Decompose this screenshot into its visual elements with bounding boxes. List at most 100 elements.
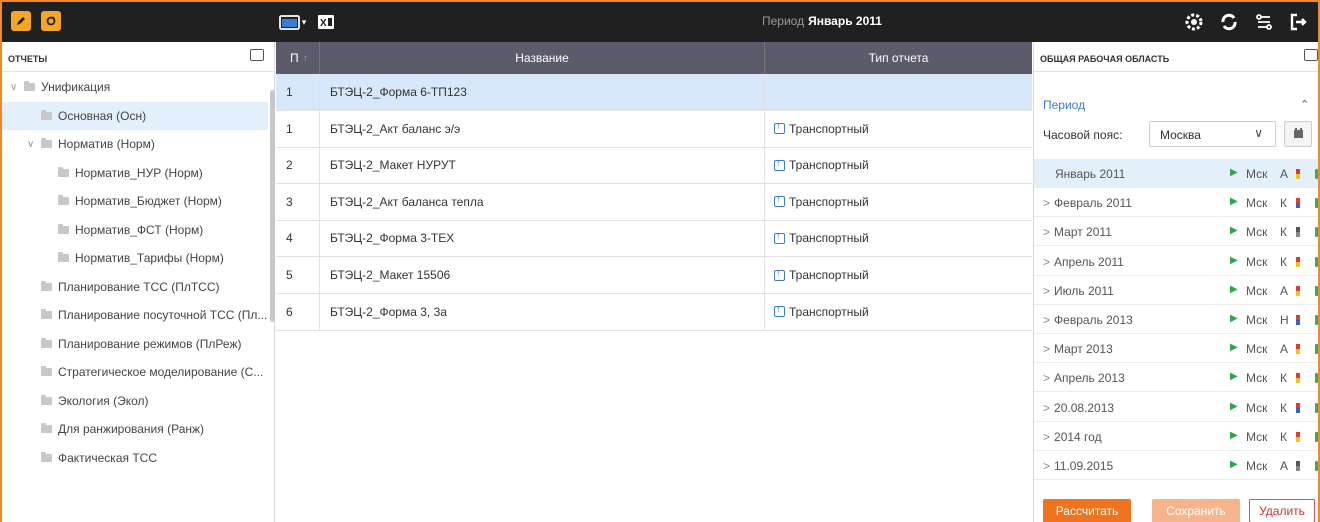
excel-icon[interactable]: X [314,10,338,34]
tree-item[interactable]: Экология (Экол) [2,387,268,415]
tree-item[interactable]: ∨ Унификация [2,73,268,101]
row-name: БТЭЦ-2_Форма 6-ТП123 [320,74,765,110]
tree-item[interactable]: Норматив_Тарифы (Норм) [2,244,268,272]
dropdown-chevron-icon[interactable]: ▾ [298,10,310,34]
table-row[interactable]: 4БТЭЦ-2_Форма 3-ТЕХ Транспортный [276,220,1032,258]
play-icon[interactable]: ▶ [1230,371,1238,382]
table-row[interactable]: 2БТЭЦ-2_Макет НУРУТ Транспортный [276,147,1032,185]
period-row[interactable]: > Февраль 2011 ▶ Мск К [1034,188,1318,218]
expand-arrow-icon[interactable]: > [1043,430,1050,444]
workspace-panel-title: ОБЩАЯ РАБОЧАЯ ОБЛАСТЬ [1040,54,1170,64]
tree-item[interactable]: Норматив_НУР (Норм) [2,159,268,187]
period-tz: Мск [1246,225,1268,240]
save-button[interactable]: Сохранить [1152,499,1240,522]
collapse-panel-icon[interactable] [250,49,264,61]
settings-gear-icon[interactable] [1182,10,1206,34]
tree-item[interactable]: Основная (Осн) [2,101,268,130]
period-row[interactable]: > Февраль 2013 ▶ Мск Н [1034,305,1318,334]
timezone-select[interactable]: Москва ∨ [1149,121,1276,147]
play-icon[interactable]: ▶ [1230,313,1238,324]
tree-item[interactable]: Планирование посуточной ТСС (Пл... [2,301,268,329]
status-flag-icon [1296,169,1300,179]
expand-arrow-icon[interactable]: > [1043,371,1050,385]
play-icon[interactable]: ▶ [1230,255,1238,266]
play-icon[interactable]: ▶ [1230,430,1238,441]
sort-arrow-icon: ↑ [302,52,308,64]
period-row[interactable]: > Апрель 2013 ▶ Мск К [1034,363,1318,393]
expand-arrow-icon[interactable]: > [1043,255,1050,269]
period-row[interactable]: > Март 2013 ▶ Мск А [1034,334,1318,364]
expand-arrow-icon[interactable]: > [1043,284,1050,298]
row-type: Транспортный [765,147,1032,183]
table-header: П ↑ Название Тип отчета [276,42,1032,74]
tree-item-label: Планирование режимов (ПлРеж) [58,336,242,351]
tree-item-label: Норматив_Тарифы (Норм) [75,251,224,265]
collapse-up-icon[interactable]: ⌃ [1300,98,1309,111]
period-link[interactable]: Период [1043,98,1085,112]
column-header-type[interactable]: Тип отчета [765,42,1032,74]
tree-item[interactable]: Для ранжирования (Ранж) [2,415,268,443]
play-icon[interactable]: ▶ [1230,459,1238,470]
tree-scrollbar[interactable] [270,90,275,322]
delete-button[interactable]: Удалить [1249,499,1315,522]
period-row[interactable]: >11.09.2015 ▶ Мск А [1034,451,1318,480]
tree-item[interactable]: Планирование ТСС (ПлТСС) [2,273,268,301]
collapse-workspace-icon[interactable] [1304,49,1318,61]
play-icon[interactable]: ▶ [1230,401,1238,412]
period-row-label: > Март 2011 [1043,225,1112,239]
row-number: 6 [276,293,320,330]
status-flag-icon [1296,256,1300,267]
play-icon[interactable]: ▶ [1230,196,1238,207]
play-icon[interactable]: ▶ [1230,284,1238,295]
folder-icon [58,166,69,177]
row-type-label: Транспортный [789,158,869,173]
period-row-label: > Июль 2011 [1043,284,1114,298]
table-row[interactable]: 5БТЭЦ-2_Макет 15506 Транспортный [276,257,1032,294]
expand-arrow-icon[interactable]: > [1043,459,1050,473]
expand-arrow-icon[interactable]: > [1043,225,1050,239]
play-icon[interactable]: ▶ [1230,225,1238,236]
status-bar-icon [1315,227,1318,238]
row-number: 5 [276,257,320,293]
expand-arrow-icon[interactable]: > [1043,313,1050,327]
table-row[interactable]: 1 БТЭЦ-2_Форма 6-ТП123 [276,74,1032,111]
table-row[interactable]: 6БТЭЦ-2_Форма 3, 3а Транспортный [276,293,1032,331]
period-row[interactable]: >2014 год ▶ Мск К [1034,422,1318,451]
table-row[interactable]: 1БТЭЦ-2_Акт баланс э/э Транспортный [276,110,1032,148]
play-icon[interactable]: ▶ [1230,342,1238,353]
tree-item[interactable]: ∨ Норматив (Норм) [2,130,268,158]
period-row[interactable]: >20.08.2013 ▶ Мск К [1034,393,1318,422]
expand-arrow-icon[interactable]: > [1043,342,1050,356]
status-bar-icon [1315,461,1318,471]
period-row[interactable]: > Март 2011 ▶ Мск К [1034,217,1318,247]
tree-item[interactable]: Стратегическое моделирование (С... [2,358,268,386]
tree-item[interactable]: Планирование режимов (ПлРеж) [2,330,268,358]
logout-icon[interactable] [1286,10,1310,34]
tree-item[interactable]: Норматив_Бюджет (Норм) [2,187,268,215]
sync-icon[interactable] [1217,10,1241,34]
tree-item[interactable]: Норматив_ФСТ (Норм) [2,216,268,244]
expand-chevron-icon[interactable]: ∨ [10,82,24,93]
expand-arrow-icon[interactable]: > [1043,401,1050,415]
transfer-icon[interactable] [1252,10,1276,34]
row-number: 4 [276,220,320,257]
period-row[interactable]: > Апрель 2011 ▶ Мск К [1034,247,1318,276]
expand-arrow-icon[interactable]: > [1043,196,1050,210]
row-name: БТЭЦ-2_Форма 3, 3а [320,293,765,330]
column-header-number[interactable]: П ↑ [276,42,320,74]
edit-icon[interactable] [11,11,31,31]
period-row[interactable]: Январь 2011 ▶ Мск А [1034,159,1318,188]
table-row[interactable]: 3БТЭЦ-2_Акт баланса тепла Транспортный [276,183,1032,221]
status-bar-icon [1315,169,1318,179]
play-icon[interactable]: ▶ [1230,167,1238,178]
expand-chevron-icon[interactable]: ∨ [27,139,41,150]
calendar-button[interactable] [1284,121,1312,147]
calculate-button[interactable]: Рассчитать [1043,499,1131,522]
tree-item-label: Стратегическое моделирование (С... [58,365,264,379]
tree-item-label: Для ранжирования (Ранж) [58,422,205,436]
status-flag-icon [1296,344,1300,355]
column-header-name[interactable]: Название [320,42,765,74]
period-row[interactable]: > Июль 2011 ▶ Мск А [1034,276,1318,305]
tree-item[interactable]: Фактическая ТСС [2,444,268,472]
refresh-icon[interactable] [41,11,61,31]
